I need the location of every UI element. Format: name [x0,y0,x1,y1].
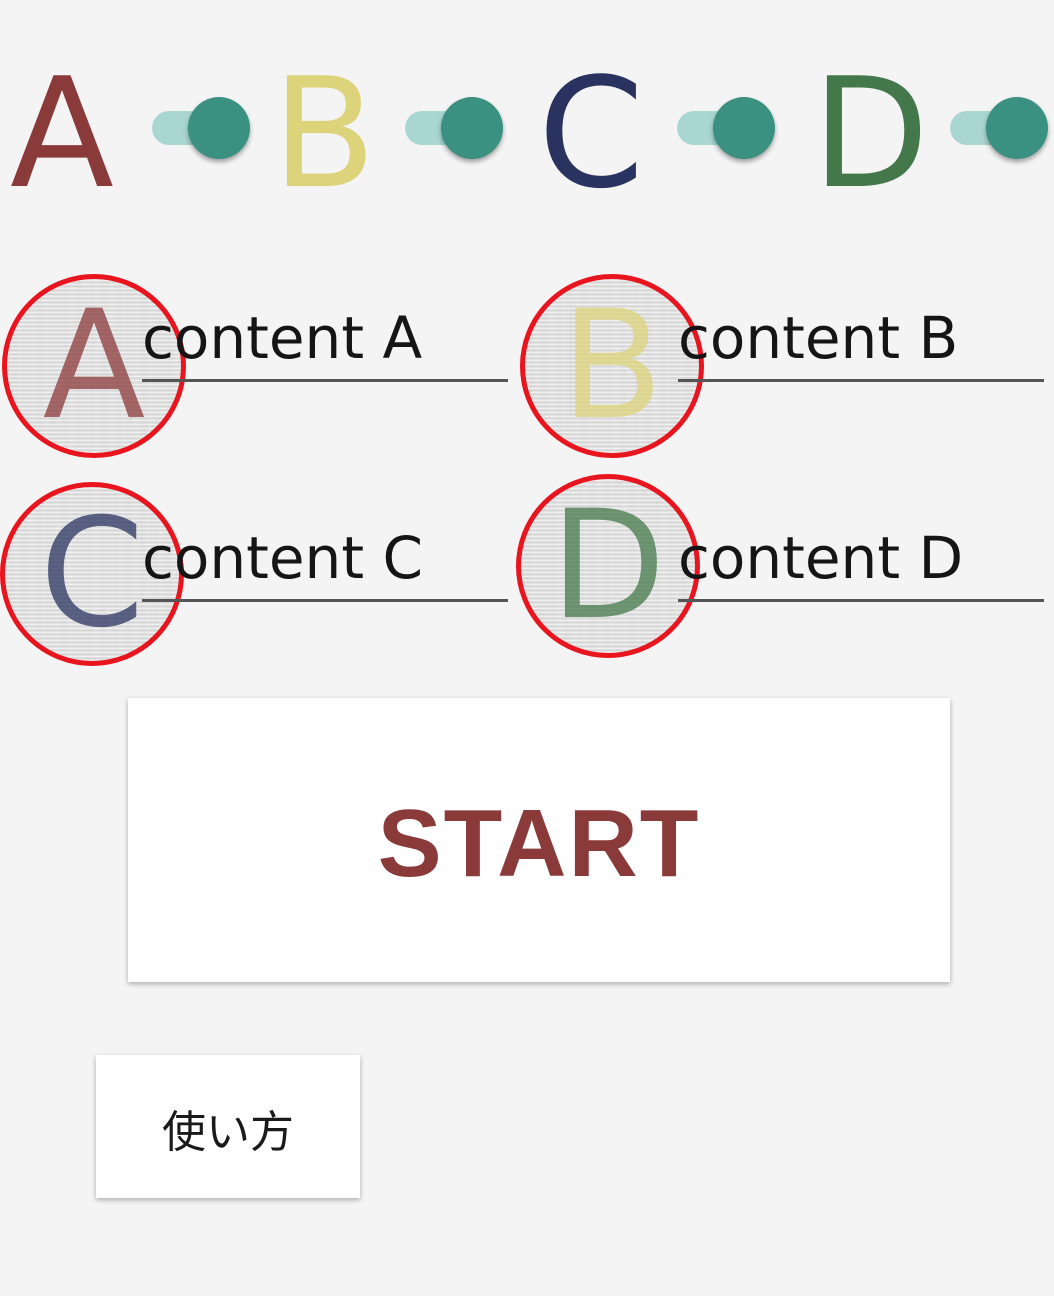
option-badge-d[interactable]: D [516,474,700,658]
switch-thumb [441,97,503,159]
option-badge-b[interactable]: B [520,274,704,458]
toggle-label-c: C [538,45,645,222]
badge-letter-b: B [560,279,664,453]
toggle-label-b: B [272,45,377,222]
option-value-b: content B [678,304,959,372]
option-field-b[interactable]: content B [678,302,1044,382]
toggle-label-a: A [10,45,114,222]
field-underline [678,379,1044,382]
toggle-switch-a[interactable] [150,96,250,160]
toggle-switch-c[interactable] [675,96,775,160]
how-to-button[interactable]: 使い方 [96,1055,360,1198]
badge-letter-d: D [550,479,666,653]
option-field-c[interactable]: content C [142,522,508,602]
field-underline [142,599,508,602]
option-value-c: content C [142,524,423,592]
toggle-switch-d[interactable] [948,96,1048,160]
start-button[interactable]: START [128,698,950,982]
toggle-label-d: D [812,45,930,222]
toggle-switch-b[interactable] [403,96,503,160]
start-button-label: START [377,790,701,897]
switch-thumb [188,97,250,159]
option-value-a: content A [142,304,423,372]
switch-thumb [986,97,1048,159]
switch-thumb [713,97,775,159]
field-underline [142,379,508,382]
field-underline [678,599,1044,602]
how-to-button-label: 使い方 [162,1106,294,1158]
option-field-a[interactable]: content A [142,302,508,382]
option-value-d: content D [678,524,964,592]
option-field-d[interactable]: content D [678,522,1044,602]
